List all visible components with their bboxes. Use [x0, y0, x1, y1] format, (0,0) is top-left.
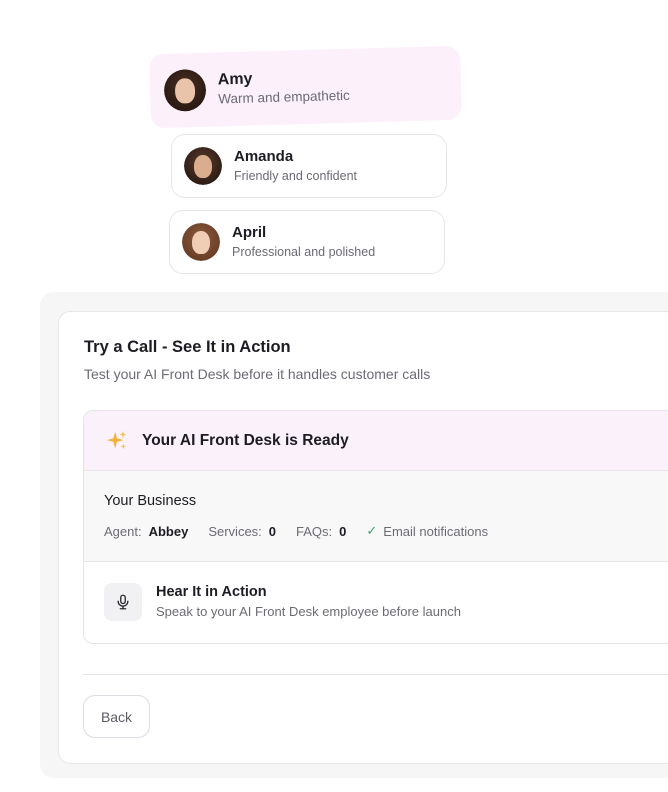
services-meta: Services: 0: [208, 524, 276, 539]
voice-name: Amanda: [234, 148, 294, 165]
business-summary: Your Business Agent: Abbey Services: 0 F…: [84, 471, 668, 562]
hear-title: Hear It in Action: [156, 584, 267, 600]
sparkle-icon: [106, 430, 128, 452]
voice-card-amanda[interactable]: Amanda Friendly and confident: [171, 134, 447, 198]
voice-description: Professional and polished: [232, 245, 376, 259]
microphone-icon: [104, 583, 142, 621]
agent-value: Abbey: [148, 523, 189, 539]
voice-description: Friendly and confident: [234, 169, 357, 183]
business-meta: Agent: Abbey Services: 0 FAQs: 0 ✓ Email…: [104, 523, 668, 539]
voice-card-april[interactable]: April Professional and polished: [169, 210, 445, 274]
faqs-value: 0: [339, 523, 347, 539]
status-box: Your AI Front Desk is Ready Your Busines…: [83, 410, 668, 644]
faqs-label: FAQs:: [296, 523, 333, 539]
services-label: Services:: [208, 523, 262, 539]
back-button[interactable]: Back: [83, 695, 150, 738]
amy-avatar: [163, 68, 207, 112]
april-avatar: [182, 223, 220, 261]
email-meta: ✓ Email notifications: [366, 523, 488, 539]
services-value: 0: [268, 523, 277, 539]
divider: [83, 674, 668, 675]
email-label: Email notifications: [383, 523, 489, 539]
hear-it-in-action[interactable]: Hear It in Action Speak to your AI Front…: [84, 562, 668, 622]
voice-card-amy[interactable]: Amy Warm and empathetic: [149, 45, 462, 129]
page-title: Try a Call - See It in Action: [84, 338, 291, 356]
voice-description: Warm and empathetic: [218, 87, 351, 107]
agent-meta: Agent: Abbey: [104, 524, 188, 539]
status-title: Your AI Front Desk is Ready: [142, 431, 349, 449]
status-header: Your AI Front Desk is Ready: [84, 411, 668, 471]
voice-name: April: [232, 224, 267, 241]
amanda-avatar: [184, 147, 222, 185]
faqs-meta: FAQs: 0: [296, 524, 346, 539]
business-title: Your Business: [104, 493, 197, 509]
hear-description: Speak to your AI Front Desk employee bef…: [156, 604, 461, 619]
page-subtitle: Test your AI Front Desk before it handle…: [84, 366, 431, 382]
check-icon: ✓: [366, 523, 378, 538]
agent-label: Agent:: [104, 523, 142, 539]
